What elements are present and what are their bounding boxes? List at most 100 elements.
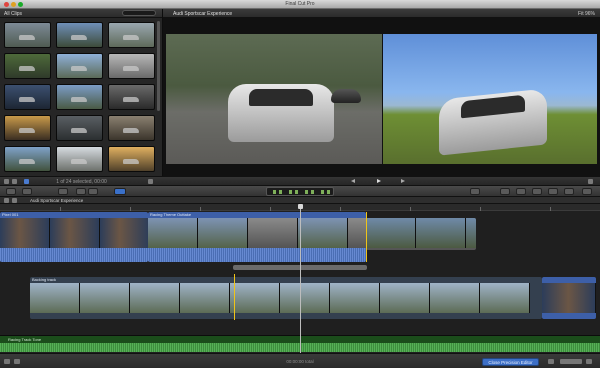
import-media-button[interactable]: [6, 188, 16, 195]
share-button[interactable]: [582, 188, 592, 195]
timeline-clip-interview[interactable]: Pixel 001: [0, 212, 148, 262]
clip-filmstrip: [30, 283, 530, 313]
inspector-button[interactable]: [470, 188, 480, 195]
playhead[interactable]: [300, 204, 301, 353]
ruler-tick: [270, 207, 271, 211]
browser-header-label: All Clips: [4, 11, 23, 17]
play-previous-icon[interactable]: [351, 179, 355, 183]
ruler-tick: [410, 207, 411, 211]
edit-point-marker[interactable]: [234, 274, 235, 320]
generators-button[interactable]: [548, 188, 558, 195]
browser-search-input[interactable]: [122, 10, 156, 16]
clip-frame: [348, 218, 366, 248]
zoom-slider-icon[interactable]: [560, 359, 582, 364]
clip-frame: [100, 218, 148, 248]
back-arrow-icon[interactable]: [4, 198, 9, 203]
timeline-clip-track[interactable]: [366, 218, 476, 250]
edit-point-marker[interactable]: [366, 212, 367, 262]
insert-clip-button[interactable]: [88, 188, 98, 195]
clip-frame: [542, 283, 596, 313]
keyword-button[interactable]: [22, 188, 32, 195]
viewer: Audi Sportscar Experience Fit 96%: [163, 9, 600, 185]
clip-filmstrip: [0, 218, 148, 248]
timecode-digit: [321, 190, 324, 194]
connect-clip-button[interactable]: [76, 188, 86, 195]
ruler-tick: [550, 207, 551, 211]
browser-footer: 1 of 24 selected, 00:00: [0, 176, 163, 185]
analyze-button[interactable]: [58, 188, 68, 195]
timeline-clip-presenter[interactable]: [542, 277, 596, 319]
ruler-tick: [130, 207, 131, 211]
clip-frame: [30, 283, 80, 313]
timeline-clip-storyline[interactable]: Backing track: [30, 277, 542, 319]
timecode-digit: [289, 190, 292, 194]
car-image: [331, 89, 361, 103]
clip-frame: [198, 218, 248, 248]
clip-thumbnail[interactable]: [108, 22, 155, 48]
clip-filmstrip: [366, 218, 476, 248]
timeline[interactable]: Pixel 001 Racing Theme Outtake Backing t…: [0, 204, 600, 353]
clip-thumbnail[interactable]: [108, 53, 155, 79]
clip-thumbnail[interactable]: [56, 22, 103, 48]
clip-frame: [230, 283, 280, 313]
playhead-handle[interactable]: [298, 204, 303, 209]
timecode-display[interactable]: [266, 187, 334, 196]
clip-audio-waveform: [0, 248, 148, 262]
ruler-tick: [480, 207, 481, 211]
clip-frame: [280, 283, 330, 313]
select-tool-button[interactable]: [114, 188, 126, 195]
viewer-title: Audi Sportscar Experience: [173, 11, 233, 17]
clip-filmstrip: [542, 283, 596, 313]
viewer-frame-left: [166, 34, 382, 164]
timeline-project-name: Audi Sportscar Experience: [30, 198, 84, 203]
play-next-icon[interactable]: [401, 179, 405, 183]
effects-button[interactable]: [500, 188, 510, 195]
clip-frame: [0, 218, 50, 248]
zoom-slider-icon[interactable]: [148, 179, 153, 184]
timecode-digit: [273, 190, 276, 194]
clip-frame: [466, 218, 476, 248]
clip-frame: [480, 283, 530, 313]
browser-scrollbar[interactable]: [157, 21, 160, 111]
play-icon[interactable]: [377, 179, 381, 183]
clip-frame: [416, 218, 466, 248]
titles-button[interactable]: [532, 188, 542, 195]
clip-thumbnail[interactable]: [4, 115, 51, 141]
clip-thumbnail[interactable]: [4, 22, 51, 48]
timeline-header: Audi Sportscar Experience: [0, 197, 600, 204]
clip-frame: [330, 283, 380, 313]
viewer-zoom-label: Fit: [578, 11, 584, 17]
viewer-zoom-menu[interactable]: Fit 96%: [578, 11, 595, 17]
clip-thumbnail[interactable]: [108, 146, 155, 172]
clip-thumbnail[interactable]: [56, 146, 103, 172]
zoom-in-icon[interactable]: [586, 359, 592, 364]
clip-frame: [148, 218, 198, 248]
zoom-out-icon[interactable]: [548, 359, 554, 364]
close-precision-editor-button[interactable]: Close Precision Editor: [482, 358, 539, 366]
ruler-tick: [200, 207, 201, 211]
clip-thumbnail[interactable]: [4, 84, 51, 110]
viewer-footer: [163, 176, 600, 185]
clip-thumbnail[interactable]: [56, 84, 103, 110]
main-toolbar: [0, 185, 600, 197]
clip-thumbnail[interactable]: [56, 53, 103, 79]
themes-button[interactable]: [564, 188, 574, 195]
timeline-clip-racing[interactable]: Racing Theme Outtake: [148, 212, 366, 262]
clip-thumbnail[interactable]: [56, 115, 103, 141]
forward-arrow-icon[interactable]: [12, 198, 17, 203]
clip-frame: [80, 283, 130, 313]
clip-thumbnail[interactable]: [108, 115, 155, 141]
ruler-tick: [340, 207, 341, 211]
timecode-digit: [327, 190, 330, 194]
clip-thumbnail[interactable]: [4, 146, 51, 172]
timecode-digit: [279, 190, 282, 194]
car-image: [228, 84, 334, 142]
clip-thumbnail[interactable]: [4, 53, 51, 79]
clip-frame: [248, 218, 298, 248]
event-browser: All Clips 1 of 24 selected, 00:00: [0, 9, 163, 185]
clip-frame: [298, 218, 348, 248]
clip-thumbnail[interactable]: [108, 84, 155, 110]
fullscreen-icon[interactable]: [588, 179, 593, 184]
photos-button[interactable]: [516, 188, 526, 195]
timecode-digit: [295, 190, 298, 194]
